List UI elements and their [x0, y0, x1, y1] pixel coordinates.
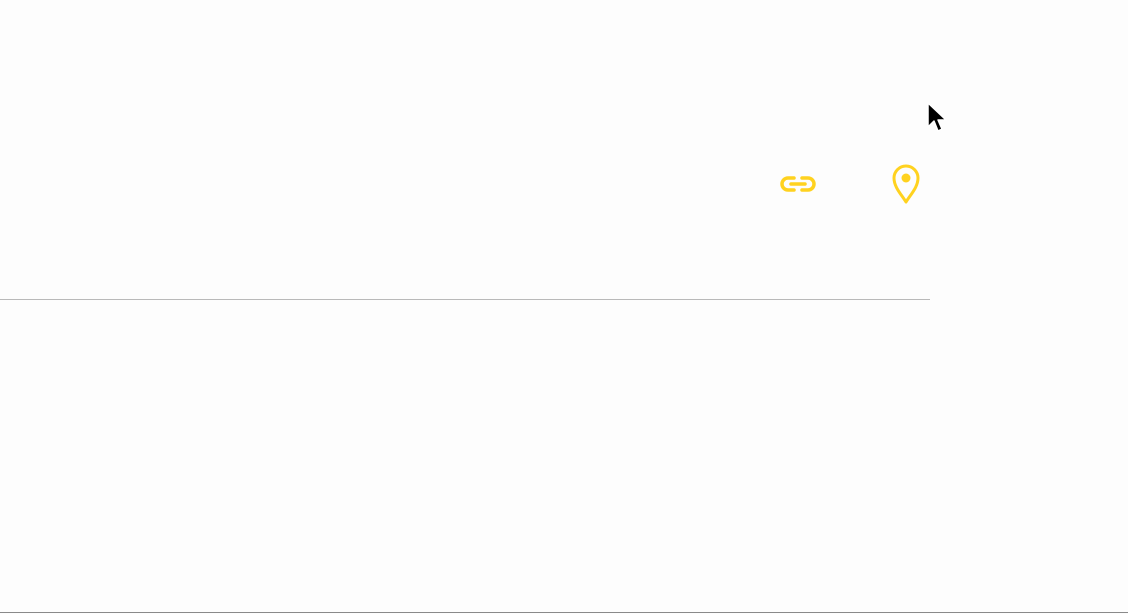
- map-pin-icon: [892, 164, 920, 204]
- link-button[interactable]: [774, 166, 822, 202]
- bottom-divider: [0, 612, 1128, 613]
- section-divider: [0, 299, 930, 300]
- mouse-cursor-icon: [927, 102, 947, 132]
- link-icon: [780, 176, 816, 192]
- location-button[interactable]: [884, 160, 928, 208]
- page: [0, 0, 1128, 614]
